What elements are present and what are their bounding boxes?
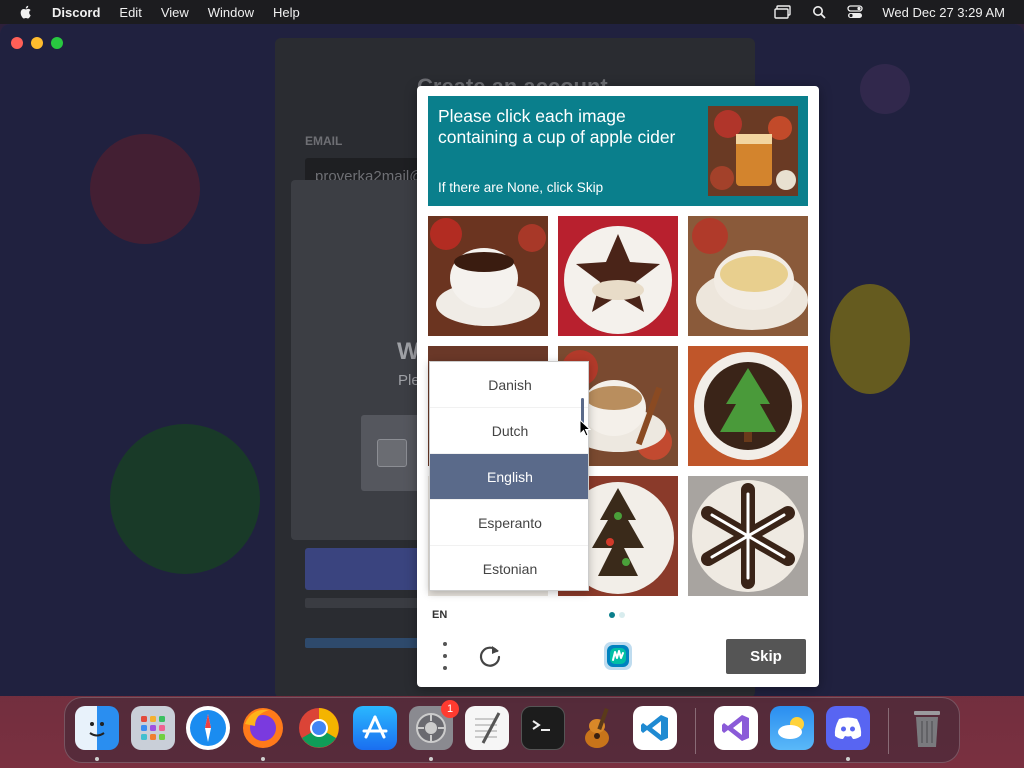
reference-image-apple-cider: [708, 106, 798, 196]
menu-help[interactable]: Help: [273, 5, 300, 20]
language-option-dutch[interactable]: Dutch: [430, 408, 588, 454]
menu-window[interactable]: Window: [208, 5, 254, 20]
skip-button[interactable]: Skip: [726, 639, 806, 674]
vscode-icon[interactable]: [633, 706, 677, 750]
spotlight-search-icon[interactable]: [810, 5, 828, 19]
language-option-english[interactable]: English: [430, 454, 588, 500]
weather-icon[interactable]: [770, 706, 814, 750]
firefox-icon[interactable]: [241, 706, 285, 750]
chrome-icon[interactable]: [297, 706, 341, 750]
system-settings-icon[interactable]: 1: [409, 700, 459, 750]
page-dot: [619, 612, 625, 618]
challenge-hint: If there are None, click Skip: [438, 180, 604, 195]
hcaptcha-logo-icon[interactable]: [602, 640, 634, 672]
apple-menu-icon[interactable]: [18, 4, 34, 20]
window-controls: [11, 37, 71, 49]
dock: 1: [64, 697, 960, 763]
menu-view[interactable]: View: [161, 5, 189, 20]
language-selector[interactable]: EN: [432, 609, 447, 621]
challenge-prompt: Please click each image containing a cup…: [438, 106, 676, 147]
page-dot-active: [609, 612, 615, 618]
textedit-icon[interactable]: [465, 706, 509, 750]
language-option-estonian[interactable]: Estonian: [430, 546, 588, 590]
email-label: EMAIL: [305, 134, 343, 148]
terminal-icon[interactable]: [521, 706, 565, 750]
close-window-button[interactable]: [11, 37, 23, 49]
running-indicator: [846, 757, 850, 761]
visual-studio-icon[interactable]: [714, 706, 758, 750]
challenge-pager: [609, 612, 629, 618]
challenge-tile-1[interactable]: [428, 216, 548, 336]
more-options-icon[interactable]: [437, 642, 453, 670]
challenge-header: Please click each image containing a cup…: [428, 96, 808, 206]
captcha-checkbox[interactable]: [377, 439, 407, 467]
app-name-menu[interactable]: Discord: [52, 5, 100, 20]
screen-mirroring-icon[interactable]: [774, 5, 792, 19]
challenge-tile-9[interactable]: [688, 476, 808, 596]
notification-badge: 1: [441, 700, 459, 718]
discord-icon[interactable]: [826, 706, 870, 750]
menu-bar-clock[interactable]: Wed Dec 27 3:29 AM: [882, 5, 1005, 20]
running-indicator: [261, 757, 265, 761]
running-indicator: [95, 757, 99, 761]
garageband-icon[interactable]: [577, 706, 621, 750]
mouse-cursor-icon: [579, 419, 591, 437]
launchpad-icon[interactable]: [131, 706, 175, 750]
language-option-esperanto[interactable]: Esperanto: [430, 500, 588, 546]
challenge-tile-3[interactable]: [688, 216, 808, 336]
finder-icon[interactable]: [75, 706, 119, 750]
running-indicator: [429, 757, 433, 761]
hcaptcha-challenge: Please click each image containing a cup…: [417, 86, 819, 687]
app-store-icon[interactable]: [353, 706, 397, 750]
minimize-window-button[interactable]: [31, 37, 43, 49]
language-option-danish[interactable]: Danish: [430, 362, 588, 408]
menu-edit[interactable]: Edit: [119, 5, 141, 20]
challenge-tile-6[interactable]: [688, 346, 808, 466]
challenge-tile-2[interactable]: [558, 216, 678, 336]
trash-icon[interactable]: [905, 706, 949, 750]
language-dropdown[interactable]: Danish Dutch English Esperanto Estonian: [429, 361, 589, 591]
safari-icon[interactable]: [186, 706, 230, 750]
zoom-window-button[interactable]: [51, 37, 63, 49]
control-center-icon[interactable]: [846, 5, 864, 19]
dock-separator: [695, 708, 696, 754]
menu-bar: Discord Edit View Window Help Wed Dec 27…: [0, 0, 1024, 24]
dock-separator: [888, 708, 889, 754]
refresh-icon[interactable]: [477, 643, 503, 669]
